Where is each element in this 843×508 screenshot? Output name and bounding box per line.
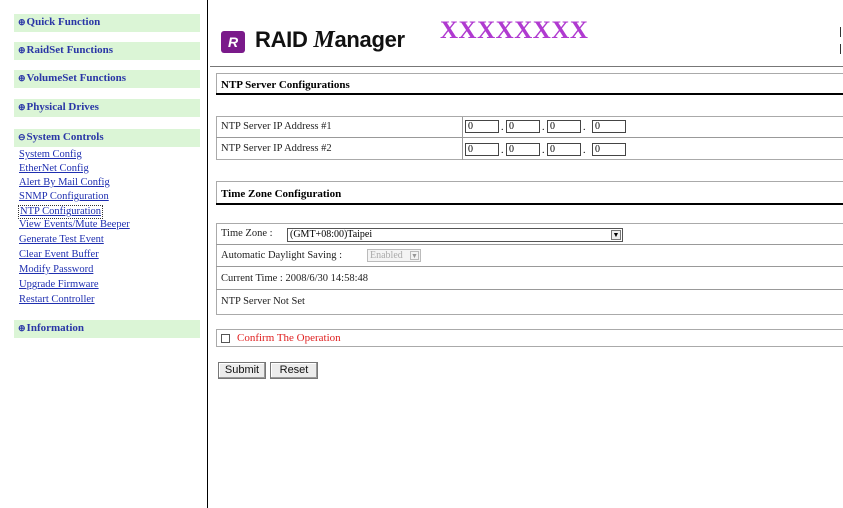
ntp-server1-octet4-input[interactable]: 0 bbox=[592, 120, 626, 133]
expand-icon: ⊕ bbox=[18, 17, 26, 27]
sidebar-item-view-events[interactable]: View Events/Mute Beeper bbox=[19, 219, 130, 231]
ntp-server2-octet2-input[interactable]: 0 bbox=[506, 143, 540, 156]
title-rule bbox=[216, 203, 843, 205]
expand-icon: ⊕ bbox=[18, 45, 26, 55]
sidebar-item-alert-by-mail-config[interactable]: Alert By Mail Config bbox=[19, 177, 110, 189]
confirm-label: Confirm The Operation bbox=[237, 332, 341, 344]
chevron-down-icon: ▼ bbox=[410, 251, 419, 260]
sidebar-nav: ⊕Quick Function ⊕RaidSet Functions ⊕Volu… bbox=[0, 0, 208, 508]
submit-button[interactable]: Submit bbox=[218, 362, 266, 379]
timezone-label: Time Zone : bbox=[221, 228, 273, 239]
ntp-server2-octet4-input[interactable]: 0 bbox=[592, 143, 626, 156]
sidebar-item-generate-test-event[interactable]: Generate Test Event bbox=[19, 234, 104, 246]
sidebar-item-clear-event-buffer[interactable]: Clear Event Buffer bbox=[19, 249, 99, 261]
sidebar-item-ntp-configuration[interactable]: NTP Configuration bbox=[18, 205, 103, 219]
daylight-saving-select: Enabled ▼ bbox=[367, 249, 421, 262]
chevron-down-icon[interactable]: ▼ bbox=[611, 230, 621, 240]
collapse-icon: ⊖ bbox=[18, 132, 26, 142]
section-volumeset-functions[interactable]: ⊕VolumeSet Functions bbox=[14, 70, 200, 88]
expand-icon: ⊕ bbox=[18, 102, 26, 112]
ntp-server1-octet2-input[interactable]: 0 bbox=[506, 120, 540, 133]
sidebar-item-snmp-configuration[interactable]: SNMP Configuration bbox=[19, 191, 109, 203]
timezone-select[interactable]: (GMT+08:00)Taipei ▼ bbox=[287, 228, 623, 242]
expand-icon: ⊕ bbox=[18, 323, 26, 333]
reset-button[interactable]: Reset bbox=[270, 362, 318, 379]
ntp-server2-label: NTP Server IP Address #2 bbox=[221, 143, 332, 154]
column-divider bbox=[462, 117, 463, 160]
header-divider bbox=[210, 66, 843, 67]
ntp-server1-octet1-input[interactable]: 0 bbox=[465, 120, 499, 133]
confirm-checkbox[interactable] bbox=[221, 334, 230, 343]
sidebar-item-ethernet-config[interactable]: EtherNet Config bbox=[19, 163, 89, 175]
ntp-status-text: NTP Server Not Set bbox=[221, 296, 305, 307]
ntp-server2-octet3-input[interactable]: 0 bbox=[547, 143, 581, 156]
ntp-server2-octet1-input[interactable]: 0 bbox=[465, 143, 499, 156]
sidebar-item-restart-controller[interactable]: Restart Controller bbox=[19, 294, 95, 306]
section-information[interactable]: ⊕Information bbox=[14, 320, 200, 338]
app-logo-text: RAID Manager bbox=[255, 27, 405, 53]
edge-mark bbox=[840, 27, 841, 37]
section-physical-drives[interactable]: ⊕Physical Drives bbox=[14, 99, 200, 117]
daylight-saving-label: Automatic Daylight Saving : bbox=[221, 250, 343, 261]
expand-icon: ⊕ bbox=[18, 73, 26, 83]
sidebar-item-upgrade-firmware[interactable]: Upgrade Firmware bbox=[19, 279, 99, 291]
section-quick-function[interactable]: ⊕Quick Function bbox=[14, 14, 200, 32]
section-system-controls[interactable]: ⊖System Controls bbox=[14, 129, 200, 147]
logo-badge: R bbox=[221, 31, 245, 53]
model-name: XXXXXXXX bbox=[440, 17, 589, 44]
sidebar-item-modify-password[interactable]: Modify Password bbox=[19, 264, 93, 276]
ntp-server1-octet3-input[interactable]: 0 bbox=[547, 120, 581, 133]
edge-mark bbox=[840, 44, 841, 54]
ntp-server1-label: NTP Server IP Address #1 bbox=[221, 121, 332, 132]
sidebar-item-system-config[interactable]: System Config bbox=[19, 149, 82, 161]
ntp-section-title: NTP Server Configurations bbox=[221, 79, 350, 91]
section-raidset-functions[interactable]: ⊕RaidSet Functions bbox=[14, 42, 200, 60]
timezone-section-title: Time Zone Configuration bbox=[221, 188, 342, 200]
title-rule bbox=[216, 93, 843, 95]
current-time-text: Current Time : 2008/6/30 14:58:48 bbox=[221, 273, 369, 284]
